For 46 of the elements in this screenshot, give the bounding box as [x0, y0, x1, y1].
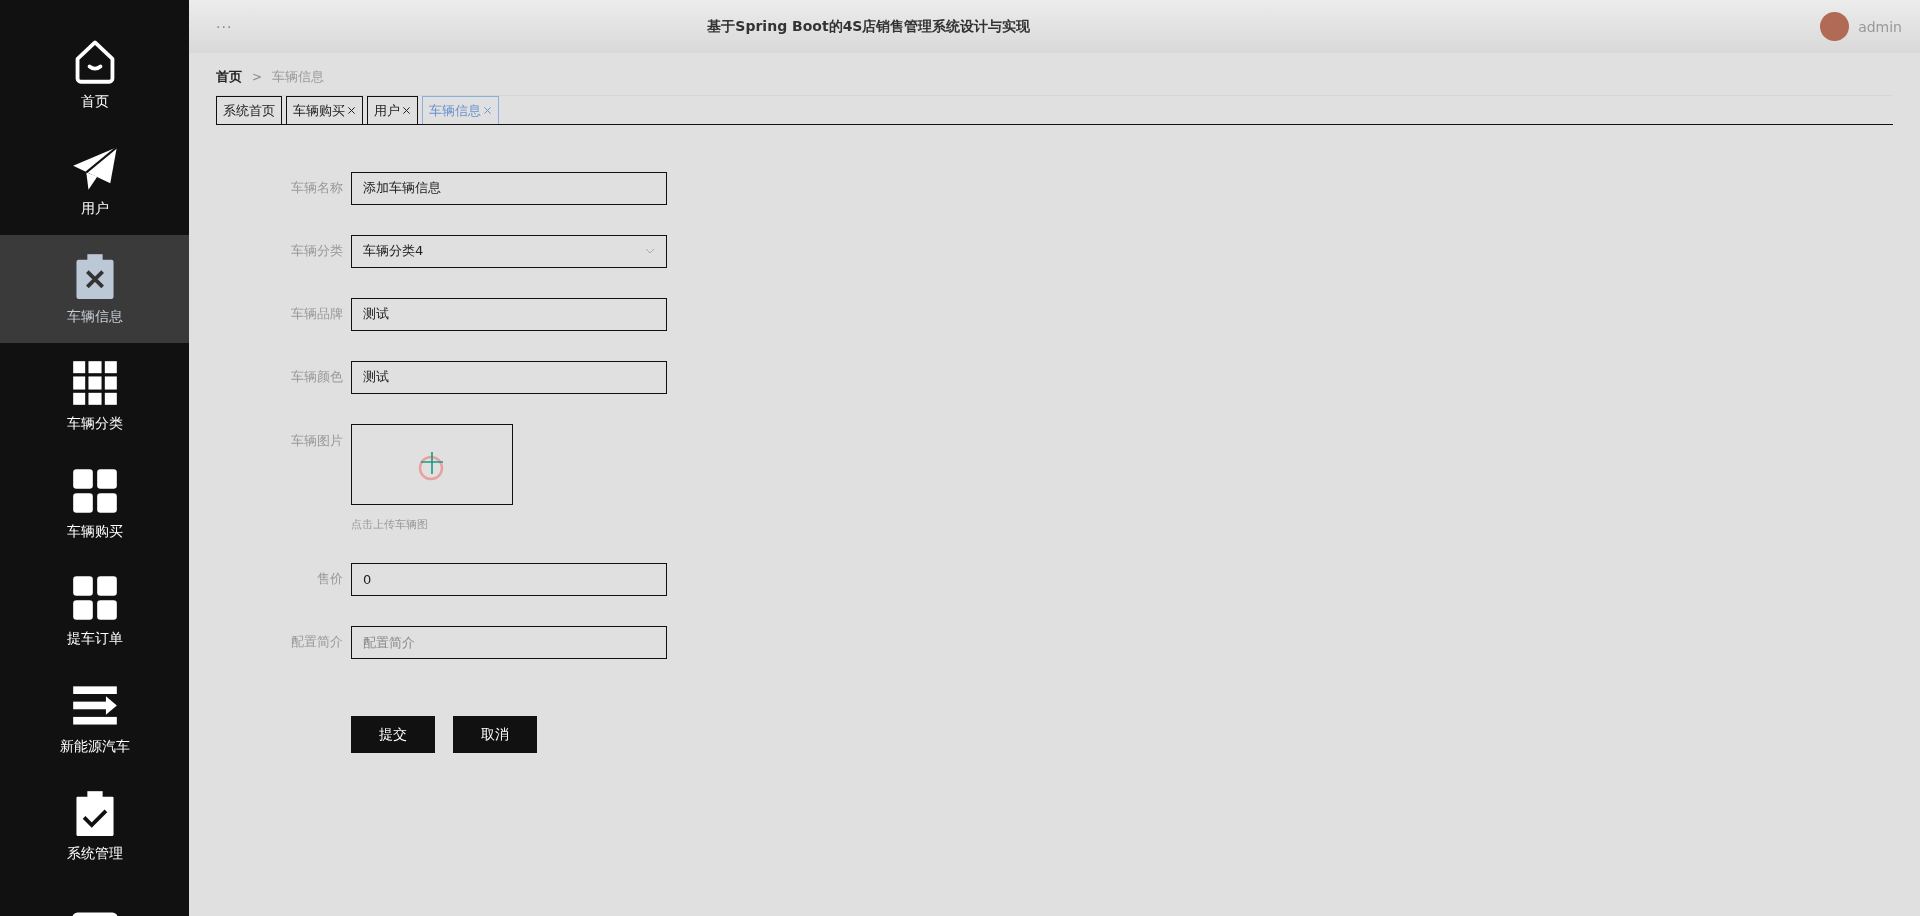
upload-hint: 点击上传车辆图: [351, 517, 429, 532]
input-field[interactable]: 0: [351, 562, 667, 596]
field-label: 配置简介: [290, 633, 344, 651]
grid-icon: [70, 574, 119, 623]
field-label: 车辆名称: [290, 179, 344, 197]
grid-icon: [70, 359, 119, 408]
sidebar-item[interactable]: 提车订单: [0, 557, 189, 665]
cancel-button[interactable]: 取消: [453, 716, 537, 753]
tab[interactable]: 系统首页: [216, 96, 282, 124]
breadcrumb-separator: >: [252, 70, 263, 84]
field-label: 车辆分类: [290, 242, 344, 260]
field-label: 车辆颜色: [290, 368, 344, 386]
upload-box[interactable]: [351, 424, 513, 505]
tab[interactable]: 车辆购买: [286, 96, 363, 124]
sidebar-item[interactable]: 车辆分类: [0, 342, 189, 450]
sidebar-item[interactable]: 车辆购买: [0, 450, 189, 558]
tab[interactable]: 用户: [367, 96, 418, 124]
sidebar-item[interactable]: 系统管理: [0, 772, 189, 880]
input-field[interactable]: 测试: [351, 360, 667, 394]
caret-icon: [645, 248, 655, 254]
input-field[interactable]: 配置简介: [351, 625, 667, 659]
input-field[interactable]: 添加车辆信息: [351, 171, 667, 205]
nav-label: 新能源汽车: [59, 737, 130, 756]
nav-label: 车辆购买: [66, 522, 123, 541]
sidebar-item[interactable]: 新能源汽车: [0, 665, 189, 773]
avatar[interactable]: [1820, 12, 1850, 41]
grid-icon: [70, 466, 119, 515]
input-field[interactable]: 测试: [351, 297, 667, 331]
breadcrumb-link[interactable]: 首页: [216, 68, 242, 86]
nav-label: 车辆信息: [66, 307, 123, 326]
close-icon[interactable]: [347, 106, 356, 115]
select-field[interactable]: 车辆分类4: [351, 234, 667, 268]
close-icon[interactable]: [402, 106, 411, 115]
field-label: 车辆品牌: [290, 305, 344, 323]
nav-label: 提车订单: [66, 630, 123, 649]
nav-label: 系统管理: [66, 845, 123, 864]
nav-label: 用户: [80, 200, 109, 219]
app-title: 基于Spring Boot的4S店销售管理系统设计与实现: [707, 17, 1031, 36]
field-label: 车辆图片: [290, 432, 344, 450]
field-label: 售价: [316, 570, 344, 588]
sidebar-item[interactable]: 用户: [0, 127, 189, 235]
sidebar-item[interactable]: 首页: [0, 20, 189, 128]
nav-label: 首页: [80, 92, 109, 111]
submit-button[interactable]: 提交: [351, 716, 435, 753]
sidebar-item[interactable]: 车辆信息: [0, 235, 189, 343]
nav-label: 车辆分类: [66, 415, 123, 434]
